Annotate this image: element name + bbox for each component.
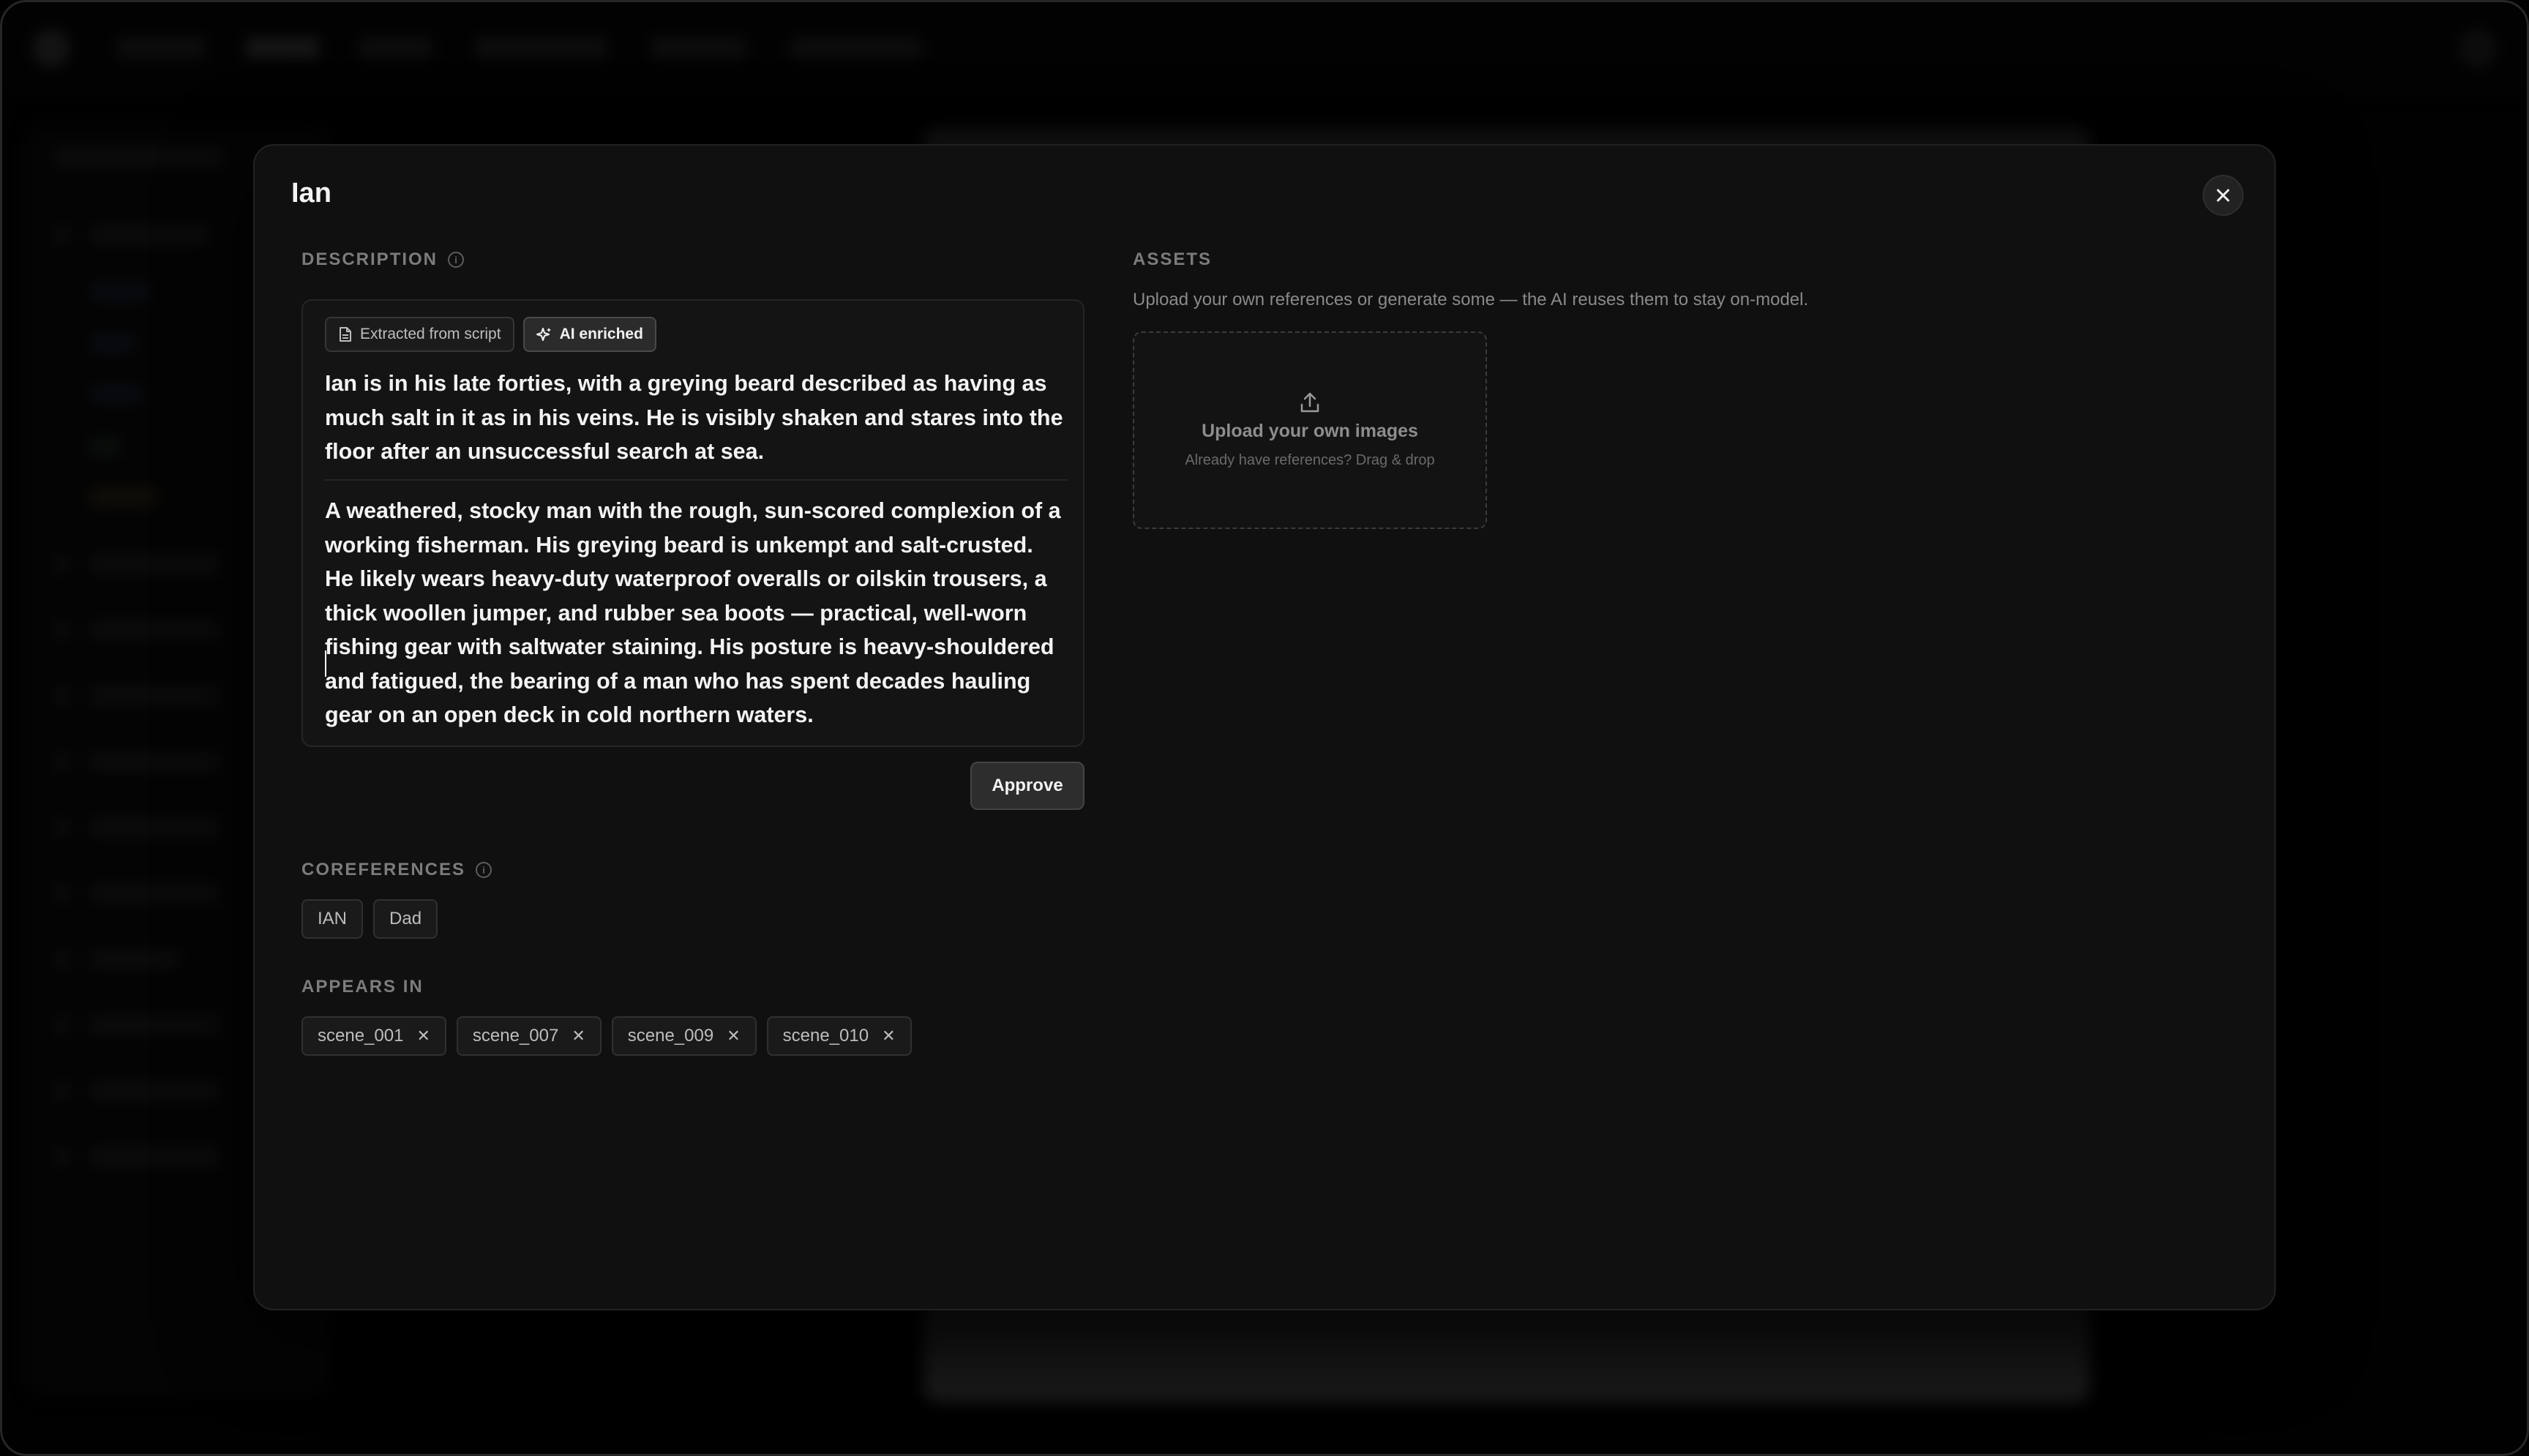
upload-title: Upload your own images (1202, 421, 1418, 441)
assets-section-label: ASSETS (1133, 249, 1212, 270)
scene-tag[interactable]: scene_001 ✕ (301, 1016, 446, 1056)
sparkles-icon (536, 328, 551, 341)
upload-subtitle: Already have references? Drag & drop (1185, 452, 1435, 468)
description-editor[interactable]: Extracted from script AI enriched Ian is… (301, 299, 1084, 747)
upload-dropzone[interactable]: Upload your own images Already have refe… (1133, 331, 1487, 529)
appears-in-list: scene_001 ✕ scene_007 ✕ scene_009 ✕ scen… (301, 1016, 912, 1056)
scene-tag-label: scene_010 (782, 1026, 869, 1046)
scene-tag-label: scene_009 (627, 1026, 714, 1046)
info-icon[interactable]: i (448, 252, 465, 268)
coreferences-label: COREFERENCES (301, 860, 466, 879)
close-icon (2217, 189, 2230, 202)
coreference-tag[interactable]: IAN (301, 899, 364, 939)
description-divider (325, 479, 1067, 481)
description-chip-row: Extracted from script AI enriched (325, 317, 656, 352)
scene-tag[interactable]: scene_010 ✕ (766, 1016, 912, 1056)
approve-button[interactable]: Approve (970, 762, 1084, 810)
scene-tag[interactable]: scene_007 ✕ (456, 1016, 602, 1056)
remove-scene-icon[interactable]: ✕ (727, 1027, 740, 1046)
ai-enriched-chip[interactable]: AI enriched (522, 317, 656, 352)
coreferences-list: IAN Dad (301, 899, 438, 939)
appears-in-section-label: APPEARS IN (301, 977, 424, 997)
enriched-description-text[interactable]: A weathered, stocky man with the rough, … (325, 494, 1067, 732)
remove-scene-icon[interactable]: ✕ (572, 1027, 585, 1046)
chip-label: Extracted from script (360, 326, 501, 342)
description-section-label: DESCRIPTION i (301, 249, 465, 270)
coreference-tag[interactable]: Dad (373, 899, 438, 939)
info-icon[interactable]: i (476, 862, 492, 878)
character-modal: Ian DESCRIPTION i Extracted from script (253, 144, 2276, 1310)
upload-icon (1300, 392, 1319, 413)
modal-title: Ian (291, 178, 331, 209)
document-icon (340, 327, 351, 342)
extracted-from-script-chip[interactable]: Extracted from script (325, 317, 514, 352)
description-label: DESCRIPTION (301, 249, 438, 269)
chip-label: AI enriched (559, 326, 643, 342)
scene-tag-label: scene_001 (318, 1026, 404, 1046)
close-button[interactable] (2203, 175, 2244, 216)
scene-tag-label: scene_007 (472, 1026, 559, 1046)
extracted-description-text: Ian is in his late forties, with a greyi… (325, 371, 1063, 464)
remove-scene-icon[interactable]: ✕ (882, 1027, 895, 1046)
coreferences-section-label: COREFERENCES i (301, 860, 492, 880)
assets-label: ASSETS (1133, 249, 1213, 269)
scene-tag[interactable]: scene_009 ✕ (611, 1016, 757, 1056)
appears-in-label: APPEARS IN (301, 977, 424, 997)
remove-scene-icon[interactable]: ✕ (416, 1027, 430, 1046)
assets-hint: Upload your own references or generate s… (1133, 290, 1809, 309)
